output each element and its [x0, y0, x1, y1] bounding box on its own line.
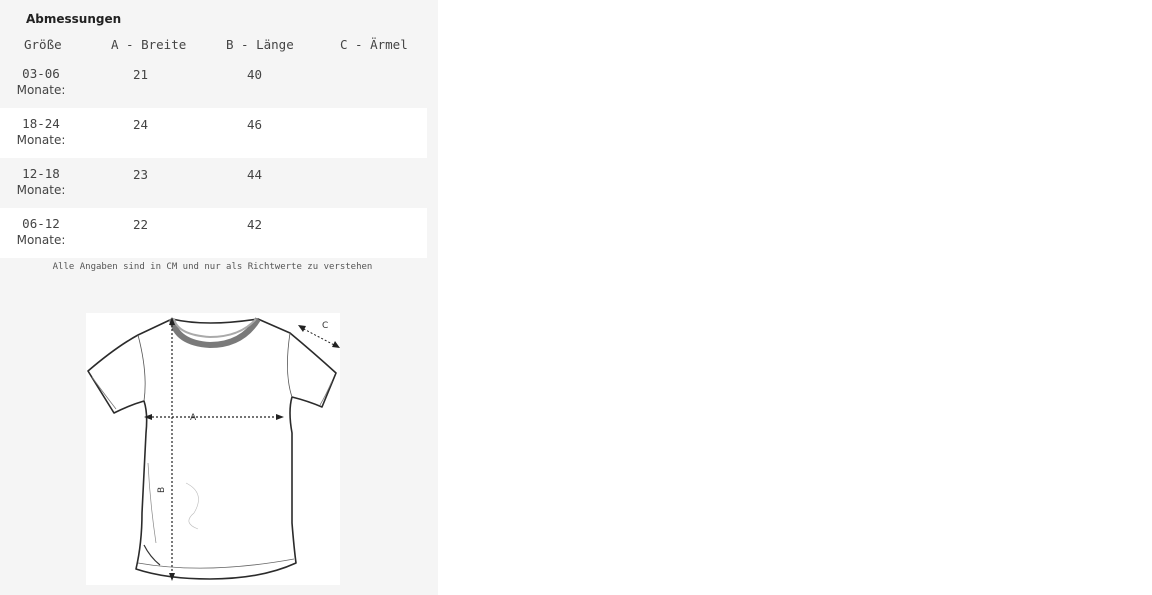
header-sleeve: C - Ärmel: [340, 37, 408, 52]
header-length: B - Länge: [226, 37, 294, 52]
length-cell: 44: [247, 167, 263, 182]
table-row: 06-12 Monate: 22 42: [0, 208, 427, 258]
measurement-note: Alle Angaben sind in CM und nur als Rich…: [52, 262, 373, 272]
width-cell: 22: [133, 217, 149, 232]
size-cell: 06-12 Monate:: [16, 216, 66, 248]
width-cell: 23: [133, 167, 149, 182]
width-cell: 21: [133, 67, 149, 82]
table-row: 18-24 Monate: 24 46: [0, 108, 427, 158]
length-cell: 40: [247, 67, 263, 82]
tshirt-measurement-diagram: A B C: [86, 313, 340, 585]
size-chart-panel: Abmessungen Größe A - Breite B - Länge C…: [0, 0, 438, 595]
tshirt-icon: A B C: [87, 317, 340, 581]
label-a: A: [190, 413, 197, 423]
size-cell: 03-06 Monate:: [16, 66, 66, 98]
table-row: 12-18 Monate: 23 44: [0, 158, 427, 208]
table-row: 03-06 Monate: 21 40: [0, 58, 427, 108]
length-cell: 42: [247, 217, 263, 232]
label-c: C: [322, 321, 328, 331]
header-width: A - Breite: [111, 37, 187, 52]
length-cell: 46: [247, 117, 263, 132]
size-cell: 18-24 Monate:: [16, 116, 66, 148]
label-b: B: [157, 487, 167, 493]
size-cell: 12-18 Monate:: [16, 166, 66, 198]
header-size: Größe: [24, 37, 62, 52]
size-chart-title: Abmessungen: [26, 12, 122, 26]
width-cell: 24: [133, 117, 149, 132]
